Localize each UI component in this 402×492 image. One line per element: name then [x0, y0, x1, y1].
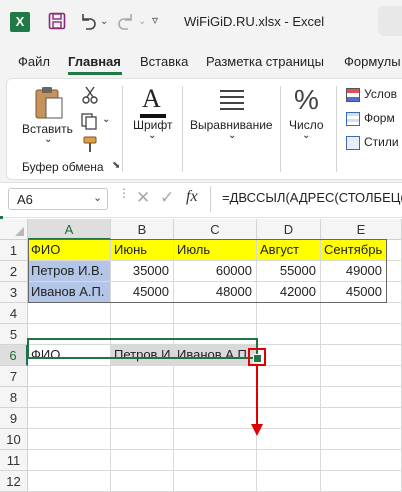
empty-grid-area[interactable]	[28, 303, 402, 492]
cell-d1[interactable]: Август	[257, 240, 321, 261]
format-as-table-button[interactable]: Форм	[344, 110, 402, 128]
row-header-9[interactable]: 9	[0, 408, 28, 429]
document-title: WiFiGiD.RU.xlsx - Excel	[184, 14, 325, 29]
tab-formulas[interactable]: Формулы	[344, 54, 401, 69]
cell-c2[interactable]: 60000	[174, 261, 257, 282]
cell-d3[interactable]: 42000	[257, 282, 321, 303]
column-header-d[interactable]: D	[257, 219, 321, 240]
undo-icon[interactable]	[78, 12, 98, 30]
ribbon-separator	[182, 86, 183, 172]
column-header-b[interactable]: B	[111, 219, 174, 240]
formula-bar-divider	[210, 186, 211, 212]
cancel-icon[interactable]: ✕	[136, 188, 150, 208]
formula-input[interactable]: =ДВССЫЛ(АДРЕС(СТОЛБЕЦ(А	[222, 190, 402, 205]
paste-dropdown-icon: ⌄	[44, 134, 53, 145]
column-header-e[interactable]: E	[321, 219, 402, 240]
cell-a3[interactable]: Иванов А.П.	[28, 282, 111, 303]
row-header-4[interactable]: 4	[0, 303, 28, 324]
row-header-12[interactable]: 12	[0, 471, 28, 492]
copy-icon[interactable]	[80, 112, 98, 130]
select-all-corner[interactable]	[0, 219, 28, 240]
tab-home[interactable]: Главная	[68, 54, 121, 69]
row-header-7[interactable]: 7	[0, 366, 28, 387]
save-icon[interactable]	[48, 12, 66, 30]
column-header-c[interactable]: C	[174, 219, 257, 240]
redo-icon[interactable]	[116, 12, 136, 30]
conditional-formatting-button[interactable]: Услов	[344, 86, 402, 104]
cell-styles-label: Стили	[364, 135, 399, 149]
paste-button[interactable]: Вставить ⌄	[22, 86, 74, 145]
cell-a1[interactable]: ФИО	[28, 240, 111, 261]
cell-b1[interactable]: Июнь	[111, 240, 174, 261]
enter-icon[interactable]: ✓	[160, 188, 174, 208]
copy-dropdown-icon[interactable]: ⌄	[102, 114, 110, 125]
active-tab-underline	[68, 72, 122, 75]
quick-access-customize-icon[interactable]: ▿	[152, 13, 158, 27]
search-box[interactable]	[378, 6, 402, 36]
cell-c3[interactable]: 48000	[174, 282, 257, 303]
cell-a2[interactable]: Петров И.В.	[28, 261, 111, 282]
select-all-triangle	[15, 227, 24, 236]
cell-d2[interactable]: 55000	[257, 261, 321, 282]
cell-styles-icon	[346, 136, 360, 150]
number-button[interactable]: % Число ⌄	[286, 84, 330, 146]
excel-logo-icon: X	[10, 12, 30, 32]
cell-styles-button[interactable]: Стили	[344, 134, 402, 152]
column-header-a[interactable]: A	[28, 219, 111, 240]
cell-e3[interactable]: 45000	[321, 282, 387, 303]
cell-a6[interactable]: ФИО	[28, 345, 111, 366]
row-header-8[interactable]: 8	[0, 387, 28, 408]
conditional-formatting-label: Услов	[364, 87, 398, 101]
row-header-6[interactable]: 6	[0, 345, 28, 366]
row-header-11[interactable]: 11	[0, 450, 28, 471]
cut-icon[interactable]	[82, 86, 98, 104]
format-as-table-icon	[346, 112, 360, 126]
clipboard-group-label: Буфер обмена	[22, 160, 104, 174]
cell-b3[interactable]: 45000	[111, 282, 174, 303]
percent-icon: %	[294, 84, 319, 115]
cell-c6[interactable]: Иванов А.П.	[174, 345, 257, 366]
cell-f2[interactable]	[387, 261, 402, 282]
name-box-value: A6	[17, 192, 33, 207]
annotation-arrow-icon	[251, 366, 263, 436]
tab-insert[interactable]: Вставка	[140, 54, 188, 69]
clipboard-launcher-icon[interactable]: ⬊	[112, 160, 120, 171]
align-lines-icon	[220, 90, 244, 110]
name-box-dropdown-icon[interactable]: ⌄	[93, 191, 102, 204]
row-header-10[interactable]: 10	[0, 429, 28, 450]
conditional-formatting-icon	[346, 88, 360, 102]
cell-b2[interactable]: 35000	[111, 261, 174, 282]
cell-b6[interactable]: Петров И.В.	[111, 345, 174, 366]
cell-f3[interactable]	[387, 282, 402, 303]
font-dropdown-icon: ⌄	[148, 130, 157, 141]
format-painter-icon[interactable]	[82, 136, 98, 154]
row-header-1[interactable]: 1	[0, 240, 28, 261]
tab-page-layout[interactable]: Разметка страницы	[206, 54, 324, 69]
font-button[interactable]: A Шрифт ⌄	[130, 84, 180, 146]
font-a-icon: A	[142, 84, 161, 113]
ribbon-separator	[122, 86, 123, 172]
ribbon-separator	[280, 86, 281, 172]
cell-e1[interactable]: Сентябрь	[321, 240, 387, 261]
undo-dropdown-icon[interactable]: ⌄	[100, 16, 108, 27]
formula-bar-grip-icon[interactable]: ⋮	[118, 187, 130, 199]
clipboard-icon	[35, 87, 63, 119]
tab-file[interactable]: Файл	[18, 54, 50, 69]
cell-e2[interactable]: 49000	[321, 261, 387, 282]
title-bar: X ⌄ ⌄ ▿ WiFiGiD.RU.xlsx - Excel	[0, 0, 402, 46]
alignment-button[interactable]: Выравнивание ⌄	[188, 86, 278, 146]
insert-function-icon[interactable]: fx	[186, 188, 198, 206]
row-header-5[interactable]: 5	[0, 324, 28, 345]
number-dropdown-icon: ⌄	[302, 130, 311, 141]
name-box[interactable]: A6 ⌄	[8, 188, 108, 210]
format-as-table-label: Форм	[364, 111, 395, 125]
row-header-2[interactable]: 2	[0, 261, 28, 282]
alignment-dropdown-icon: ⌄	[228, 130, 237, 141]
row-header-3[interactable]: 3	[0, 282, 28, 303]
annotation-highlight-box	[248, 348, 266, 366]
cell-f1[interactable]	[387, 240, 402, 261]
ribbon-separator	[336, 86, 337, 172]
redo-dropdown-icon[interactable]: ⌄	[138, 16, 146, 27]
cell-c1[interactable]: Июль	[174, 240, 257, 261]
